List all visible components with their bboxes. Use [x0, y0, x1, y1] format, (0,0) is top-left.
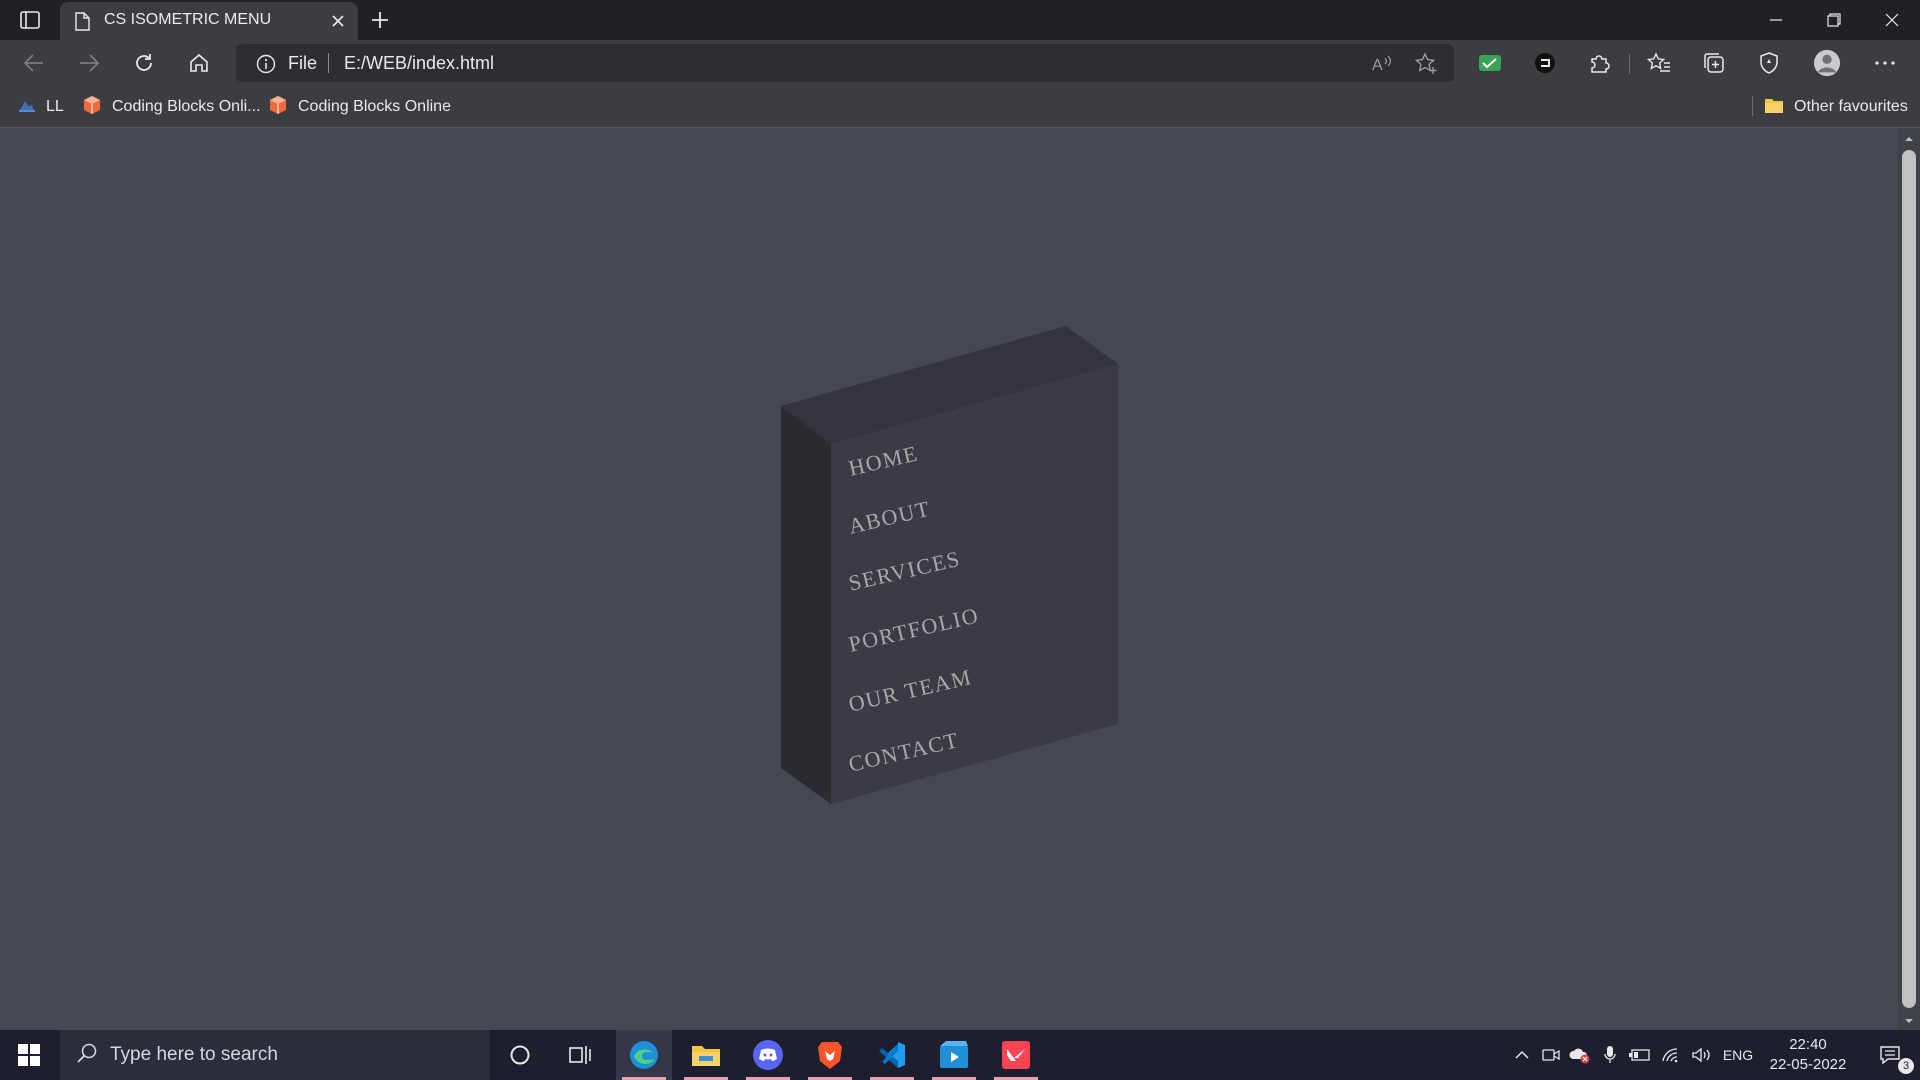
- close-tab-icon[interactable]: [328, 11, 348, 31]
- extensions-puzzle-icon[interactable]: [1585, 49, 1613, 77]
- task-view-icon[interactable]: [552, 1030, 608, 1080]
- address-bar[interactable]: File E:/WEB/index.html A: [236, 44, 1454, 82]
- show-hidden-icons-chevron-icon[interactable]: [1510, 1030, 1534, 1080]
- notification-count-badge: 3: [1898, 1058, 1914, 1074]
- other-favourites-folder[interactable]: Other favourites: [1764, 96, 1908, 118]
- refresh-icon[interactable]: [128, 47, 160, 79]
- forward-arrow-icon[interactable]: [73, 47, 105, 79]
- profile-avatar[interactable]: [1813, 49, 1841, 77]
- coding-blocks-favicon-icon: [82, 95, 102, 120]
- tab-actions-icon[interactable]: [14, 8, 46, 32]
- title-bar: CS ISOMETRIC MENU: [0, 0, 1920, 40]
- extension-loop-icon[interactable]: [1531, 49, 1559, 77]
- taskbar-clock[interactable]: 22:40 22-05-2022: [1762, 1035, 1854, 1075]
- page-viewport: HOME ABOUT SERVICES PORTFOLIO OUR TEAM C…: [0, 128, 1920, 1030]
- box-side-face: [781, 406, 831, 804]
- bookmark-ll[interactable]: LL: [18, 96, 64, 118]
- vertical-scrollbar[interactable]: [1898, 128, 1920, 1030]
- edge-app-icon[interactable]: [616, 1030, 672, 1080]
- scrollbar-thumb[interactable]: [1902, 150, 1916, 1008]
- cortana-icon[interactable]: [492, 1030, 548, 1080]
- tab-title: CS ISOMETRIC MENU: [104, 11, 272, 28]
- windows-start-icon[interactable]: [0, 1030, 58, 1080]
- discord-icon[interactable]: [740, 1030, 796, 1080]
- add-favourite-icon[interactable]: [1414, 52, 1438, 76]
- navigation-toolbar: File E:/WEB/index.html A: [0, 40, 1920, 86]
- search-placeholder: Type here to search: [110, 1044, 278, 1065]
- clock-time: 22:40: [1789, 1036, 1827, 1053]
- microphone-icon[interactable]: [1598, 1030, 1622, 1080]
- bookmark-label: LL: [46, 98, 64, 115]
- volume-icon[interactable]: [1688, 1030, 1714, 1080]
- input-language[interactable]: ENG: [1718, 1030, 1758, 1080]
- taskbar-search-box[interactable]: Type here to search: [60, 1030, 490, 1080]
- brave-browser-icon[interactable]: [802, 1030, 858, 1080]
- browser-tab[interactable]: CS ISOMETRIC MENU: [60, 2, 358, 40]
- read-aloud-icon[interactable]: A: [1370, 52, 1394, 76]
- valorant-icon[interactable]: [988, 1030, 1044, 1080]
- clock-date: 22-05-2022: [1769, 1056, 1847, 1073]
- minimize-button[interactable]: [1748, 0, 1804, 40]
- toolbar-separator: [1629, 54, 1630, 74]
- close-window-button[interactable]: [1864, 0, 1920, 40]
- info-icon[interactable]: [256, 54, 276, 79]
- favourites-icon[interactable]: [1645, 49, 1673, 77]
- home-icon[interactable]: [183, 47, 215, 79]
- isometric-menu-box: [781, 326, 1118, 804]
- onedrive-error-icon[interactable]: [1566, 1030, 1594, 1080]
- settings-more-icon[interactable]: [1871, 49, 1899, 77]
- coding-blocks-favicon-icon: [268, 95, 288, 120]
- extension-mail-icon[interactable]: [1476, 49, 1504, 77]
- back-arrow-icon[interactable]: [18, 47, 50, 79]
- scroll-down-arrow-icon[interactable]: [1903, 1014, 1915, 1026]
- svg-text:A: A: [1372, 57, 1383, 74]
- bookmarks-bar: LL Coding Blocks Onli... Coding Blocks O…: [0, 86, 1920, 128]
- bookmark-favicon-icon: [18, 96, 36, 119]
- new-tab-button[interactable]: [366, 7, 394, 33]
- file-explorer-icon[interactable]: [678, 1030, 734, 1080]
- search-icon: [76, 1042, 98, 1069]
- browser-window: CS ISOMETRIC MENU File E:/WEB/index.html…: [0, 0, 1920, 1030]
- vscode-icon[interactable]: [864, 1030, 920, 1080]
- media-player-icon[interactable]: [926, 1030, 982, 1080]
- page-icon: [74, 12, 90, 36]
- wifi-icon[interactable]: [1658, 1030, 1684, 1080]
- address-separator: [328, 53, 329, 73]
- folder-icon: [1764, 96, 1784, 119]
- bookmark-label: Coding Blocks Online: [298, 98, 451, 115]
- notification-center-icon[interactable]: 3: [1862, 1030, 1918, 1080]
- windows-taskbar: Type here to search ENG 22:40 22-05-2022…: [0, 1030, 1920, 1080]
- browser-essentials-icon[interactable]: [1755, 49, 1783, 77]
- restore-button[interactable]: [1806, 0, 1862, 40]
- bookmarks-separator: [1752, 96, 1753, 116]
- scheme-label: File: [288, 53, 318, 73]
- url-text[interactable]: E:/WEB/index.html: [344, 53, 494, 74]
- battery-icon[interactable]: [1626, 1030, 1654, 1080]
- other-favourites-label: Other favourites: [1794, 98, 1908, 115]
- bookmark-label: Coding Blocks Onli...: [112, 98, 261, 115]
- bookmark-coding-blocks-2[interactable]: Coding Blocks Online: [268, 95, 451, 120]
- collections-icon[interactable]: [1700, 49, 1728, 77]
- bookmark-coding-blocks-1[interactable]: Coding Blocks Onli...: [82, 95, 261, 120]
- scroll-up-arrow-icon[interactable]: [1903, 132, 1915, 144]
- meet-now-icon[interactable]: [1538, 1030, 1564, 1080]
